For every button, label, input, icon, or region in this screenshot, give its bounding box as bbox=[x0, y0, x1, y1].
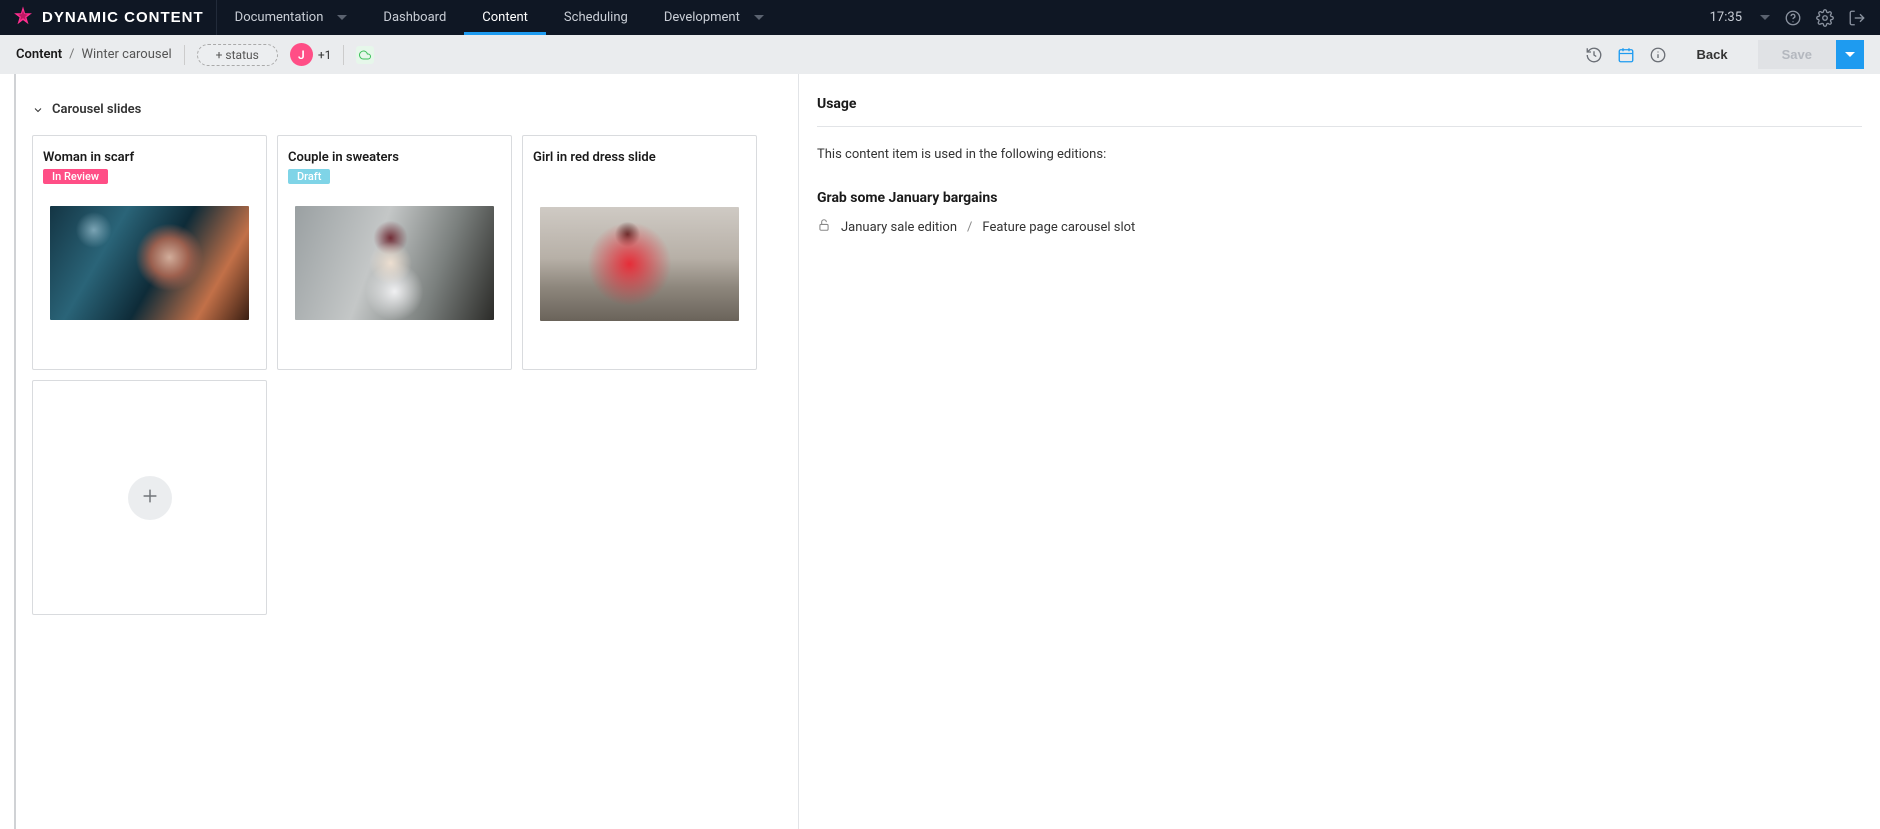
nav-left: Documentation Dashboard Content Scheduli… bbox=[217, 0, 782, 35]
edition-name[interactable]: January sale edition bbox=[841, 220, 957, 235]
logout-icon[interactable] bbox=[1848, 9, 1866, 27]
nav-scheduling[interactable]: Scheduling bbox=[546, 0, 646, 35]
avatar-extra-count[interactable]: +1 bbox=[318, 48, 332, 62]
gear-icon[interactable] bbox=[1816, 9, 1834, 27]
card-thumbnail bbox=[50, 206, 249, 320]
edition-sep: / bbox=[967, 220, 972, 235]
sync-status-icon[interactable] bbox=[356, 46, 374, 64]
slot-name[interactable]: Feature page carousel slot bbox=[982, 220, 1135, 235]
right-panel: Usage This content item is used in the f… bbox=[798, 74, 1880, 829]
section-toggle[interactable]: Carousel slides bbox=[32, 102, 782, 117]
card-title: Girl in red dress slide bbox=[533, 150, 746, 165]
panel-title: Usage bbox=[817, 96, 1862, 127]
card-thumbnail bbox=[295, 206, 494, 320]
nav-right: 17:35 bbox=[1710, 0, 1880, 35]
add-circle bbox=[128, 476, 172, 520]
status-badge: In Review bbox=[43, 169, 108, 184]
edition-row[interactable]: January sale edition / Feature page caro… bbox=[817, 218, 1862, 236]
save-button-group: Save bbox=[1758, 40, 1864, 69]
card-title: Woman in scarf bbox=[43, 150, 256, 165]
avatar[interactable]: J bbox=[290, 43, 313, 66]
nav-development[interactable]: Development bbox=[646, 0, 782, 35]
nav-documentation-label: Documentation bbox=[235, 10, 324, 25]
breadcrumb-sep: / bbox=[69, 47, 74, 62]
slide-card[interactable]: Woman in scarf In Review bbox=[32, 135, 267, 370]
card-title: Couple in sweaters bbox=[288, 150, 501, 165]
nav-development-label: Development bbox=[664, 10, 740, 25]
slide-card[interactable]: Girl in red dress slide bbox=[522, 135, 757, 370]
save-button[interactable]: Save bbox=[1758, 40, 1836, 69]
sub-header: Content / Winter carousel + status J +1 … bbox=[0, 35, 1880, 74]
lock-open-icon bbox=[817, 218, 831, 236]
subheader-right: Back Save bbox=[1585, 40, 1864, 69]
card-grid: Woman in scarf In Review Couple in sweat… bbox=[32, 135, 782, 615]
nav-scheduling-label: Scheduling bbox=[564, 10, 628, 25]
top-nav: DYNAMIC CONTENT Documentation Dashboard … bbox=[0, 0, 1880, 35]
add-status-button[interactable]: + status bbox=[197, 44, 278, 66]
status-badge: Draft bbox=[288, 169, 330, 184]
breadcrumb: Content / Winter carousel bbox=[16, 47, 172, 62]
calendar-icon[interactable] bbox=[1617, 46, 1635, 64]
nav-dashboard-label: Dashboard bbox=[383, 10, 446, 25]
add-slide-card[interactable] bbox=[32, 380, 267, 615]
panel-description: This content item is used in the followi… bbox=[817, 147, 1862, 162]
nav-content-label: Content bbox=[482, 10, 528, 25]
divider bbox=[343, 45, 344, 65]
chevron-down-icon bbox=[1845, 52, 1855, 57]
help-icon[interactable] bbox=[1784, 9, 1802, 27]
plus-icon bbox=[139, 485, 161, 511]
info-icon[interactable] bbox=[1649, 46, 1667, 64]
slide-card[interactable]: Couple in sweaters Draft bbox=[277, 135, 512, 370]
card-thumbnail bbox=[540, 207, 739, 321]
brand[interactable]: DYNAMIC CONTENT bbox=[0, 0, 217, 35]
save-dropdown-button[interactable] bbox=[1836, 40, 1864, 69]
section-title: Carousel slides bbox=[52, 102, 141, 117]
nav-dashboard[interactable]: Dashboard bbox=[365, 0, 464, 35]
nav-content[interactable]: Content bbox=[464, 0, 546, 35]
left-panel: Carousel slides Woman in scarf In Review… bbox=[14, 74, 798, 829]
chevron-down-icon[interactable] bbox=[1760, 15, 1770, 20]
breadcrumb-root[interactable]: Content bbox=[16, 47, 62, 62]
logo-icon bbox=[12, 5, 34, 31]
breadcrumb-current: Winter carousel bbox=[81, 47, 171, 62]
edition-title: Grab some January bargains bbox=[817, 190, 1862, 206]
chevron-down-icon bbox=[337, 15, 347, 20]
back-button[interactable]: Back bbox=[1681, 41, 1744, 68]
content-row: Carousel slides Woman in scarf In Review… bbox=[0, 74, 1880, 829]
divider bbox=[184, 45, 185, 65]
nav-time: 17:35 bbox=[1710, 10, 1742, 25]
chevron-down-icon bbox=[32, 104, 44, 116]
brand-text: DYNAMIC CONTENT bbox=[42, 9, 204, 26]
history-icon[interactable] bbox=[1585, 46, 1603, 64]
nav-documentation[interactable]: Documentation bbox=[217, 0, 366, 35]
chevron-down-icon bbox=[754, 15, 764, 20]
